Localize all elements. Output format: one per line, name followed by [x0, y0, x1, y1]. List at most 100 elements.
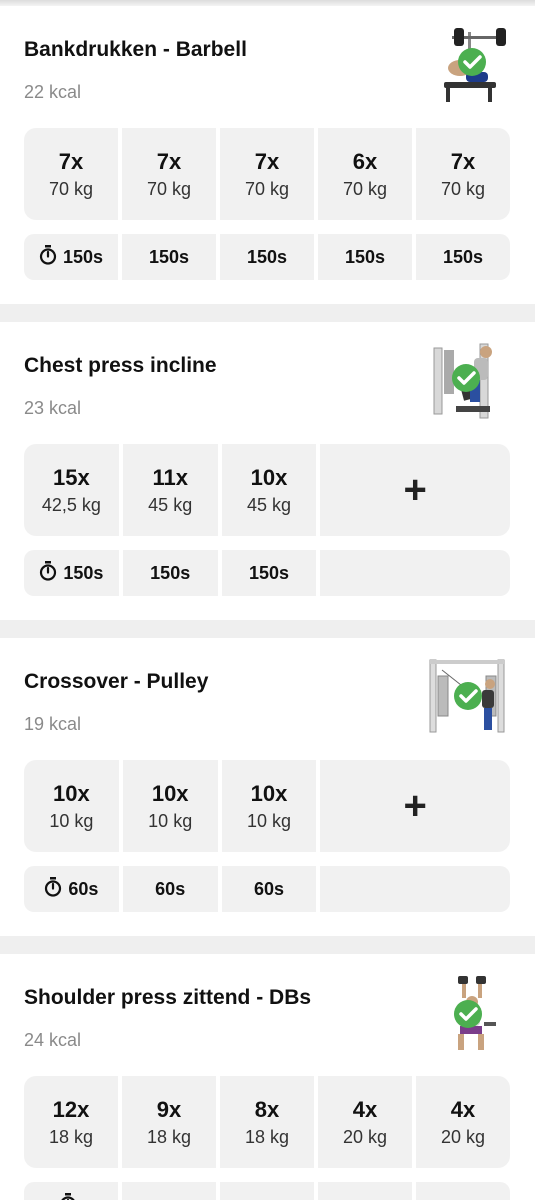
- rest-cell[interactable]: [24, 1182, 118, 1200]
- rest-cell[interactable]: [122, 1182, 216, 1200]
- stopwatch-icon: [39, 244, 57, 270]
- sets-grid: 12x 18 kg 9x 18 kg 8x 18 kg 4x 20 kg 4x 20 kg: [24, 1076, 510, 1168]
- rest-time: 150s: [246, 246, 288, 267]
- exercise-kcal: 22 kcal: [24, 82, 82, 102]
- set-weight: 70 kg: [440, 178, 486, 199]
- sets-grid: 7x 70 kg 7x 70 kg 7x 70 kg 6x 70 kg 7x 70 kg: [24, 128, 510, 220]
- rest-row: 60s 60s 60s: [24, 866, 510, 912]
- set-cell[interactable]: 7x 70 kg: [24, 128, 118, 220]
- rest-time: 60s: [68, 878, 99, 899]
- set-cell[interactable]: 10x 10 kg: [24, 760, 119, 852]
- set-weight: 20 kg: [440, 1126, 486, 1147]
- exercise-kcal: 23 kcal: [24, 398, 82, 418]
- sets-grid: 10x 10 kg 10x 10 kg 10x 10 kg +: [24, 760, 510, 852]
- plus-icon: +: [403, 468, 427, 512]
- rest-cell[interactable]: [220, 1182, 314, 1200]
- rest-cell[interactable]: 150s: [220, 234, 314, 280]
- cable-crossover-illustration-icon[interactable]: [428, 656, 505, 736]
- stopwatch-icon: [59, 1192, 77, 1200]
- rest-cell[interactable]: 150s: [221, 550, 317, 596]
- rest-cell[interactable]: [318, 1182, 412, 1200]
- rest-time: 150s: [150, 562, 191, 583]
- plus-icon: +: [403, 784, 427, 828]
- set-weight: 10 kg: [246, 810, 292, 831]
- exercise-card[interactable]: Bankdrukken - Barbell 22 kcal 7x 70 kg 7x…: [0, 6, 535, 304]
- set-weight: 70 kg: [342, 178, 388, 199]
- rest-cell[interactable]: [416, 1182, 510, 1200]
- set-cell[interactable]: 4x 20 kg: [416, 1076, 510, 1168]
- set-cell[interactable]: 9x 18 kg: [122, 1076, 216, 1168]
- exercise-card[interactable]: Chest press incline 23 kcal 15x 42,5 kg 1…: [0, 322, 535, 620]
- set-cell[interactable]: 7x 70 kg: [220, 128, 314, 220]
- set-reps: 10x: [250, 464, 288, 490]
- set-weight: 18 kg: [244, 1126, 290, 1147]
- add-set-button[interactable]: +: [320, 444, 510, 536]
- rest-cell[interactable]: 150s: [24, 550, 119, 596]
- sets-grid: 15x 42,5 kg 11x 45 kg 10x 45 kg +: [24, 444, 510, 536]
- rest-cell[interactable]: 150s: [122, 234, 216, 280]
- set-cell[interactable]: 15x 42,5 kg: [24, 444, 119, 536]
- stopwatch-icon: [44, 876, 62, 902]
- set-reps: 4x: [450, 1096, 476, 1122]
- rest-time: 150s: [63, 562, 104, 583]
- set-reps: 4x: [352, 1096, 378, 1122]
- rest-row: 150s 150s 150s: [24, 550, 510, 596]
- set-reps: 15x: [53, 464, 90, 490]
- set-weight: 45 kg: [246, 494, 292, 515]
- set-reps: 9x: [156, 1096, 182, 1122]
- rest-cell-empty: [320, 866, 510, 912]
- rest-cell[interactable]: 60s: [24, 866, 119, 912]
- set-cell[interactable]: 8x 18 kg: [220, 1076, 314, 1168]
- chest-press-machine-illustration-icon[interactable]: [430, 340, 498, 420]
- set-cell[interactable]: 11x 45 kg: [122, 444, 218, 536]
- add-set-button[interactable]: +: [320, 760, 510, 852]
- set-weight: 70 kg: [146, 178, 192, 199]
- set-weight: 18 kg: [146, 1126, 192, 1147]
- rest-time: 150s: [442, 246, 484, 267]
- exercise-title: Shoulder press zittend - DBs: [24, 986, 312, 1009]
- exercise-title: Bankdrukken - Barbell: [24, 38, 247, 61]
- exercise-kcal: 24 kcal: [24, 1030, 82, 1050]
- set-reps: 7x: [254, 148, 280, 174]
- set-weight: 10 kg: [148, 810, 193, 831]
- set-cell[interactable]: 10x 45 kg: [221, 444, 317, 536]
- rest-cell[interactable]: 60s: [122, 866, 218, 912]
- set-cell[interactable]: 7x 70 kg: [122, 128, 216, 220]
- rest-cell[interactable]: 150s: [122, 550, 218, 596]
- set-reps: 10x: [151, 780, 189, 806]
- rest-time: 150s: [148, 246, 190, 267]
- set-weight: 45 kg: [148, 494, 193, 515]
- set-reps: 10x: [53, 780, 90, 806]
- exercise-card[interactable]: Crossover - Pulley 19 kcal 10x 10 kg 10x 1…: [0, 638, 535, 936]
- set-cell[interactable]: 10x 10 kg: [221, 760, 317, 852]
- rest-cell[interactable]: 150s: [416, 234, 510, 280]
- exercise-card[interactable]: Shoulder press zittend - DBs 24 kcal 12x…: [0, 954, 535, 1200]
- set-cell[interactable]: 12x 18 kg: [24, 1076, 118, 1168]
- set-cell[interactable]: 4x 20 kg: [318, 1076, 412, 1168]
- set-cell[interactable]: 6x 70 kg: [318, 128, 412, 220]
- set-reps: 7x: [450, 148, 476, 174]
- set-reps: 8x: [254, 1096, 280, 1122]
- set-reps: 10x: [250, 780, 288, 806]
- rest-time: 150s: [62, 246, 104, 267]
- stopwatch-icon: [39, 560, 57, 586]
- set-weight: 20 kg: [342, 1126, 388, 1147]
- set-weight: 18 kg: [48, 1126, 94, 1147]
- set-weight: 42,5 kg: [41, 494, 101, 515]
- rest-time: 150s: [344, 246, 386, 267]
- set-reps: 7x: [156, 148, 182, 174]
- set-weight: 70 kg: [48, 178, 94, 199]
- set-cell[interactable]: 10x 10 kg: [122, 760, 218, 852]
- rest-row: [24, 1182, 510, 1200]
- seated-dumbbell-press-illustration-icon[interactable]: [440, 974, 508, 1054]
- set-cell[interactable]: 7x 70 kg: [416, 128, 510, 220]
- exercise-kcal: 19 kcal: [24, 714, 82, 734]
- set-reps: 12x: [52, 1096, 90, 1122]
- rest-cell-empty: [320, 550, 510, 596]
- rest-row: 150s 150s 150s 150s 150s: [24, 234, 510, 280]
- rest-time: 60s: [155, 878, 186, 899]
- rest-cell[interactable]: 60s: [221, 866, 317, 912]
- bench-press-illustration-icon[interactable]: [438, 24, 506, 104]
- rest-cell[interactable]: 150s: [318, 234, 412, 280]
- rest-cell[interactable]: 150s: [24, 234, 118, 280]
